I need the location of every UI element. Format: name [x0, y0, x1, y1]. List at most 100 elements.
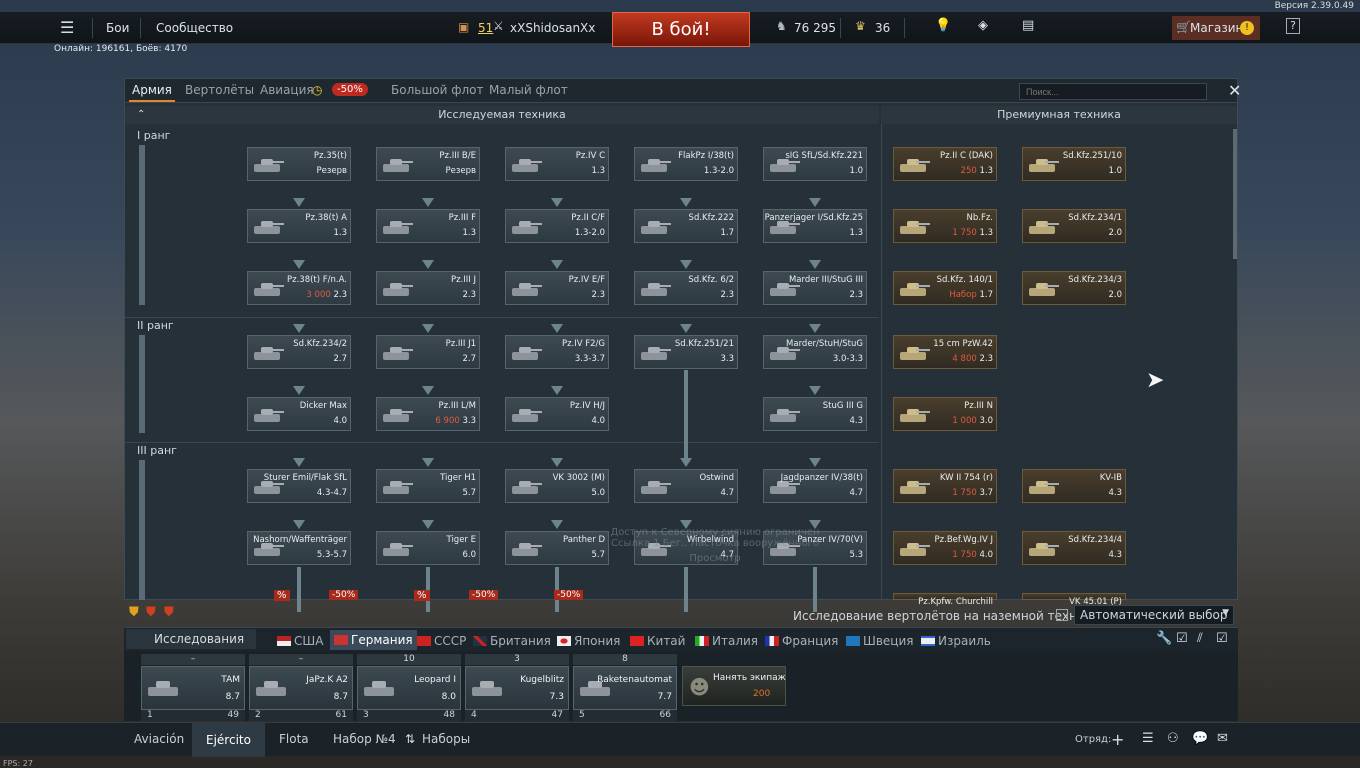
to-battle-button[interactable]: В бой!: [612, 12, 750, 47]
vehicle-card[interactable]: VK 3002 (M) 5.0: [505, 469, 609, 503]
vehicle-card[interactable]: Jagdpanzer IV/38(t) 4.7: [763, 469, 867, 503]
crew-slot[interactable]: 3 Kugelblitz 7.3 4 47: [465, 654, 569, 721]
country-israel[interactable]: Израиль: [921, 634, 991, 648]
vehicle-card[interactable]: Pz.III J1 2.7: [376, 335, 480, 369]
help-icon[interactable]: ?: [1286, 18, 1300, 34]
vehicle-card[interactable]: Sd.Kfz.222 1.7: [634, 209, 738, 243]
vehicle-card[interactable]: Marder III/StuG III 2.3: [763, 271, 867, 305]
research-tab[interactable]: Исследования: [126, 629, 256, 649]
vehicle-card[interactable]: Pz.IV C 1.3: [505, 147, 609, 181]
overlay-view[interactable]: Просмотр: [585, 553, 845, 564]
premium-vehicle-card[interactable]: KW II 754 (r) 1 750 3.7: [893, 469, 997, 503]
slot-vehicle[interactable]: TAM 8.7: [141, 666, 245, 710]
tab-aviation[interactable]: Авиация: [260, 83, 314, 97]
vehicle-card[interactable]: Pz.IV H/J 4.0: [505, 397, 609, 431]
vehicle-card[interactable]: Sd.Kfz. 6/2 2.3: [634, 271, 738, 305]
premium-vehicle-card[interactable]: Pz.II C (DAK) 250 1.3: [893, 147, 997, 181]
country-germany[interactable]: Германия: [330, 630, 417, 650]
chat-icon[interactable]: 💬: [1192, 731, 1208, 746]
vehicle-card[interactable]: Tiger H1 5.7: [376, 469, 480, 503]
vehicle-card[interactable]: Marder/StuH/StuG 3.0-3.3: [763, 335, 867, 369]
vehicle-card[interactable]: Pz.IV F2/G 3.3-3.7: [505, 335, 609, 369]
premium-vehicle-card[interactable]: Nb.Fz. 1 750 1.3: [893, 209, 997, 243]
add-icon[interactable]: +: [1111, 730, 1124, 749]
tab-helicopters[interactable]: Вертолёты: [185, 83, 254, 97]
vehicle-card[interactable]: FlakPz I/38(t) 1.3-2.0: [634, 147, 738, 181]
friends-icon[interactable]: ⚇: [1167, 731, 1179, 746]
bottom-tab-aviation[interactable]: Aviación: [134, 732, 184, 746]
slot-vehicle[interactable]: Leopard I 8.0: [357, 666, 461, 710]
bottom-tab-fleet[interactable]: Flota: [279, 732, 309, 746]
presets-button[interactable]: Наборы: [422, 732, 470, 746]
premium-vehicle-card[interactable]: Pz.Bef.Wg.IV J 1 750 4.0: [893, 531, 997, 565]
country-japan[interactable]: Япония: [557, 634, 620, 648]
slot-vehicle[interactable]: JaPz.K A2 8.7: [249, 666, 353, 710]
vehicle-card[interactable]: StuG III G 4.3: [763, 397, 867, 431]
battles-menu[interactable]: Бои: [106, 21, 129, 35]
country-sweden[interactable]: Швеция: [846, 634, 913, 648]
vehicle-card[interactable]: Nashorn/Waffenträger 5.3-5.7: [247, 531, 351, 565]
collapse-all-icon[interactable]: ⌃: [137, 106, 145, 124]
player-name[interactable]: xXShidosanXx: [510, 21, 595, 35]
vehicle-card[interactable]: Dicker Max 4.0: [247, 397, 351, 431]
country-usa[interactable]: США: [277, 634, 323, 648]
vehicle-card[interactable]: Pz.38(t) A 1.3: [247, 209, 351, 243]
tab-army[interactable]: Армия: [132, 83, 172, 97]
shop-button[interactable]: 🛒 Магазин !: [1172, 16, 1260, 40]
vehicle-card[interactable]: Sturer Emil/Flak SfL 4.3-4.7: [247, 469, 351, 503]
vehicle-card[interactable]: Pz.IV E/F 2.3: [505, 271, 609, 305]
confirm-icon[interactable]: ☑: [1216, 631, 1228, 646]
country-china[interactable]: Китай: [630, 634, 685, 648]
vehicle-card[interactable]: Pz.38(t) F/n.A. 3 000 2.3: [247, 271, 351, 305]
search-input[interactable]: [1019, 83, 1207, 100]
check-all-icon[interactable]: ☑: [1176, 631, 1188, 646]
hire-crew-button[interactable]: ☻ Нанять экипаж 200: [682, 666, 786, 706]
mail-icon[interactable]: ✉: [1217, 731, 1228, 746]
list-icon[interactable]: ☰: [1142, 731, 1154, 746]
bottom-tab-army[interactable]: Ejército: [192, 723, 265, 757]
wrench-icon[interactable]: 🔧: [1156, 631, 1172, 646]
premium-vehicle-card[interactable]: Pz.III N 1 000 3.0: [893, 397, 997, 431]
premium-vehicle-card[interactable]: VK 45.01 (P): [1022, 593, 1126, 607]
helicopter-research-checkbox[interactable]: [1056, 609, 1068, 621]
vehicle-card[interactable]: Pz.III F 1.3: [376, 209, 480, 243]
community-menu[interactable]: Сообщество: [156, 21, 233, 35]
vehicle-card[interactable]: Pz.35(t) Резерв: [247, 147, 351, 181]
vehicle-card[interactable]: sIG SfL/Sd.Kfz.221 1.0: [763, 147, 867, 181]
tab-coastal-fleet[interactable]: Малый флот: [489, 83, 568, 97]
vehicle-card[interactable]: Pz.II C/F 1.3-2.0: [505, 209, 609, 243]
vehicle-card[interactable]: Sd.Kfz.251/21 3.3: [634, 335, 738, 369]
premium-vehicle-card[interactable]: Sd.Kfz.234/3 2.0: [1022, 271, 1126, 305]
menu-icon[interactable]: ☰: [60, 18, 74, 37]
diamond-icon[interactable]: ◈: [978, 18, 988, 33]
premium-vehicle-card[interactable]: Sd.Kfz.234/4 4.3: [1022, 531, 1126, 565]
vehicle-card[interactable]: Pz.III J 2.3: [376, 271, 480, 305]
tab-bluewater-fleet[interactable]: Большой флот: [391, 83, 484, 97]
premium-vehicle-card[interactable]: Sd.Kfz. 140/1 Набор 1.7: [893, 271, 997, 305]
premium-vehicle-card[interactable]: Sd.Kfz.234/1 2.0: [1022, 209, 1126, 243]
slot-vehicle[interactable]: Raketenautomat 7.7: [573, 666, 677, 710]
country-france[interactable]: Франция: [765, 634, 838, 648]
close-icon[interactable]: ✕: [1228, 81, 1241, 100]
crew-slot[interactable]: – TAM 8.7 1 49: [141, 654, 245, 721]
country-italy[interactable]: Италия: [695, 634, 758, 648]
crew-slot[interactable]: 8 Raketenautomat 7.7 5 66: [573, 654, 677, 721]
vehicle-card[interactable]: Panzerjager I/Sd.Kfz.25 1.3: [763, 209, 867, 243]
scrollbar[interactable]: [1233, 129, 1237, 259]
crew-slot[interactable]: – JaPz.K A2 8.7 2 61: [249, 654, 353, 721]
country-ussr[interactable]: СССР: [417, 634, 466, 648]
ammo-icon[interactable]: ⫽: [1197, 631, 1203, 646]
vehicle-card[interactable]: Sd.Kfz.234/2 2.7: [247, 335, 351, 369]
vehicle-card[interactable]: Tiger E 6.0: [376, 531, 480, 565]
preset-name[interactable]: Набор №4: [333, 732, 396, 746]
premium-vehicle-card[interactable]: KV-IB 4.3: [1022, 469, 1126, 503]
avatar-icon[interactable]: ▣: [458, 20, 469, 34]
auto-select-dropdown[interactable]: Автоматический выбор ▼: [1074, 605, 1234, 625]
vehicle-card[interactable]: Pz.III L/M 6 900 3.3: [376, 397, 480, 431]
vehicle-card[interactable]: Ostwind 4.7: [634, 469, 738, 503]
premium-vehicle-card[interactable]: Sd.Kfz.251/10 1.0: [1022, 147, 1126, 181]
premium-vehicle-card[interactable]: 15 cm PzW.42 4 800 2.3: [893, 335, 997, 369]
lightbulb-icon[interactable]: 💡: [935, 18, 951, 33]
ticket-icon[interactable]: ▤: [1022, 18, 1034, 33]
vehicle-card[interactable]: Pz.III B/E Резерв: [376, 147, 480, 181]
